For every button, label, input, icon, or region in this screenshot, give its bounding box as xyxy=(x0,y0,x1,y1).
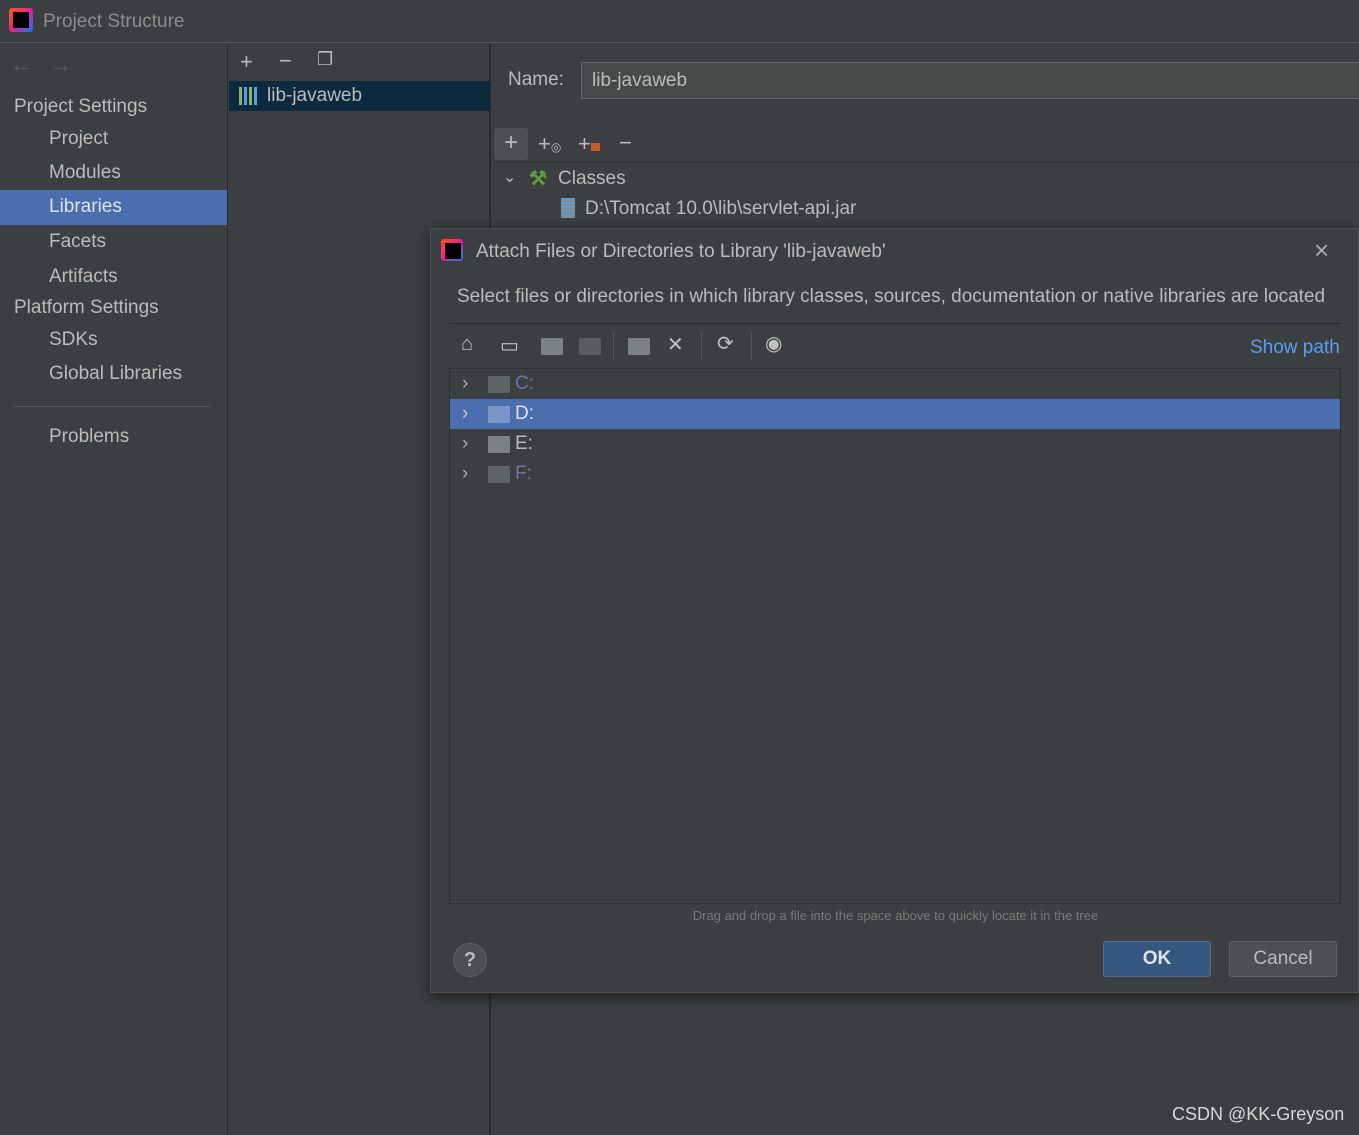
tree-row-e[interactable]: › E: xyxy=(450,429,1340,459)
tree-label: E: xyxy=(515,433,533,454)
drag-drop-hint: Drag and drop a file into the space abov… xyxy=(692,908,1099,923)
forward-arrow-icon[interactable]: → xyxy=(50,52,72,78)
hammer-icon: ⚒ xyxy=(529,168,547,190)
section-platform-settings: Platform Settings xyxy=(14,297,159,318)
drive-folder-icon xyxy=(488,436,510,453)
intellij-logo-icon xyxy=(441,239,463,261)
separator xyxy=(613,332,614,360)
drive-folder-icon xyxy=(488,376,510,393)
help-button[interactable]: ? xyxy=(453,943,487,977)
add-icon[interactable]: + xyxy=(240,51,253,73)
chevron-right-icon[interactable]: › xyxy=(462,369,468,399)
sidebar-item-project[interactable]: Project xyxy=(0,122,227,157)
cancel-button[interactable]: Cancel xyxy=(1229,941,1337,977)
divider xyxy=(449,323,1341,324)
drive-folder-icon xyxy=(488,406,510,423)
refresh-icon[interactable]: ⟳ xyxy=(717,331,734,356)
remove-icon[interactable]: − xyxy=(279,50,292,72)
desktop-icon[interactable]: ▭ xyxy=(500,333,519,358)
chevron-right-icon[interactable]: › xyxy=(462,429,468,459)
tree-row-f[interactable]: › F: xyxy=(450,459,1340,489)
title-bar: Project Structure xyxy=(0,0,1359,43)
add-url-icon[interactable]: +◎ xyxy=(538,133,561,155)
divider xyxy=(14,406,210,407)
drive-folder-icon xyxy=(488,466,510,483)
separator xyxy=(701,332,702,360)
add-folder-icon[interactable]: + xyxy=(578,133,600,155)
sidebar-item-artifacts[interactable]: Artifacts xyxy=(0,260,227,295)
classes-label: Classes xyxy=(558,168,626,189)
file-tree[interactable]: › C: › D: › E: › F: xyxy=(449,368,1341,904)
tree-label: F: xyxy=(515,463,532,484)
home-icon[interactable]: ⌂ xyxy=(461,333,473,356)
chevron-right-icon[interactable]: › xyxy=(462,399,468,429)
dialog-description: Select files or directories in which lib… xyxy=(457,286,1326,307)
sidebar-item-problems[interactable]: Problems xyxy=(0,420,227,455)
chevron-down-icon[interactable]: ⌄ xyxy=(503,167,516,187)
sidebar-item-global-libraries[interactable]: Global Libraries xyxy=(0,357,227,392)
name-label: Name: xyxy=(508,69,564,90)
divider xyxy=(493,162,1359,163)
module-folder-icon xyxy=(579,338,601,355)
remove-root-icon[interactable]: − xyxy=(619,132,632,154)
library-item[interactable]: lib-javaweb xyxy=(229,81,490,111)
watermark: CSDN @KK-Greyson xyxy=(1172,1104,1345,1124)
sidebar-item-libraries[interactable]: Libraries xyxy=(0,190,227,225)
project-folder-icon[interactable] xyxy=(541,338,563,355)
tree-row-d[interactable]: › D: xyxy=(450,399,1340,429)
tree-label: C: xyxy=(515,373,534,394)
sidebar-item-sdks[interactable]: SDKs xyxy=(0,323,227,358)
new-folder-icon[interactable] xyxy=(628,338,650,355)
back-arrow-icon[interactable]: ← xyxy=(10,52,32,78)
dialog-title: Attach Files or Directories to Library '… xyxy=(476,241,886,262)
close-icon[interactable]: × xyxy=(1314,235,1329,266)
sidebar: ← → Project Settings Project Modules Lib… xyxy=(0,44,228,1135)
show-hidden-icon[interactable]: ◉ xyxy=(765,331,782,356)
intellij-logo-icon xyxy=(9,8,33,32)
separator xyxy=(751,332,752,360)
ok-button[interactable]: OK xyxy=(1103,941,1211,977)
library-icon xyxy=(239,87,259,105)
attach-files-dialog: Attach Files or Directories to Library '… xyxy=(430,228,1359,993)
jar-icon xyxy=(561,198,575,218)
delete-icon[interactable]: ✕ xyxy=(667,332,684,357)
copy-icon[interactable]: ❐ xyxy=(317,50,333,68)
tree-label: D: xyxy=(515,403,534,424)
library-label: lib-javaweb xyxy=(267,85,363,106)
show-path-link[interactable]: Show path xyxy=(1250,337,1340,359)
class-path[interactable]: D:\Tomcat 10.0\lib\servlet-api.jar xyxy=(585,198,856,220)
tree-row-c[interactable]: › C: xyxy=(450,369,1340,399)
name-input[interactable]: lib-javaweb xyxy=(581,62,1359,99)
add-root-button[interactable]: + xyxy=(494,128,528,160)
section-project-settings: Project Settings xyxy=(14,96,148,117)
chevron-right-icon[interactable]: › xyxy=(462,459,468,489)
window-title: Project Structure xyxy=(43,11,185,32)
sidebar-item-facets[interactable]: Facets xyxy=(0,225,227,260)
sidebar-item-modules[interactable]: Modules xyxy=(0,156,227,191)
